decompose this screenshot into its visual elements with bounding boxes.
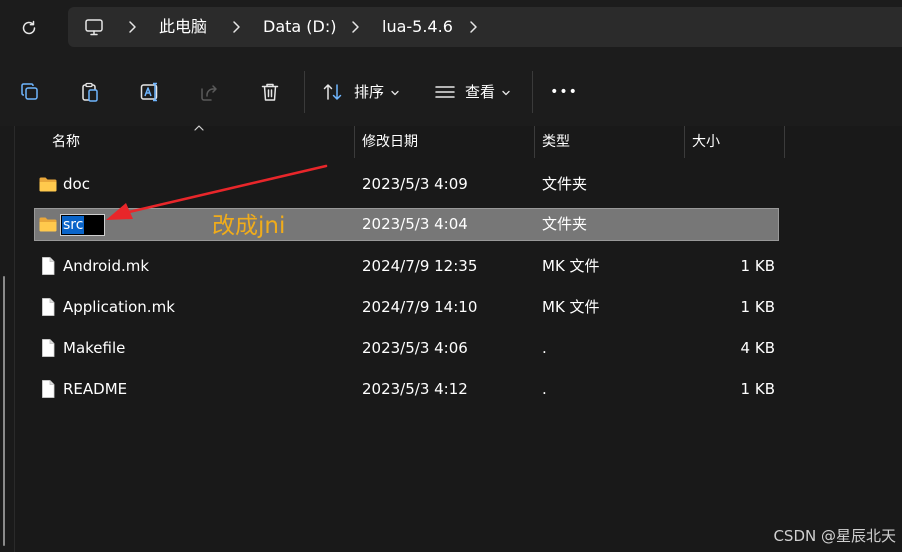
refresh-button[interactable] xyxy=(14,14,44,42)
chevron-down-icon xyxy=(502,90,510,96)
more-options-button[interactable]: ••• xyxy=(548,76,580,108)
rename-selected-text: src xyxy=(62,216,85,234)
file-date: 2023/5/3 4:09 xyxy=(362,175,468,193)
column-header-type[interactable]: 类型 xyxy=(542,126,570,158)
file-type: . xyxy=(542,380,547,398)
chevron-right-icon[interactable] xyxy=(465,19,481,35)
column-header-date[interactable]: 修改日期 xyxy=(362,126,418,158)
file-size: 1 KB xyxy=(740,298,775,316)
file-date: 2024/7/9 12:35 xyxy=(362,257,478,275)
file-row[interactable]: README 2023/5/3 4:12 . 1 KB xyxy=(34,373,779,406)
toolbar-divider xyxy=(304,71,305,113)
more-icon: ••• xyxy=(550,84,578,100)
file-name: Application.mk xyxy=(63,298,175,316)
file-icon xyxy=(42,257,55,275)
column-divider[interactable] xyxy=(534,126,535,158)
column-header-size[interactable]: 大小 xyxy=(692,126,720,158)
sort-icon xyxy=(323,84,342,100)
column-divider[interactable] xyxy=(684,126,685,158)
file-size: 1 KB xyxy=(740,380,775,398)
toolbar-divider xyxy=(532,71,533,113)
folder-icon xyxy=(39,177,57,192)
command-toolbar: 排序 查看 ••• xyxy=(0,58,902,126)
navigation-pane-scrollbar[interactable] xyxy=(0,126,15,552)
file-row[interactable]: Makefile 2023/5/3 4:06 . 4 KB xyxy=(34,332,779,365)
breadcrumb-data-drive[interactable]: Data (D:) xyxy=(263,7,336,47)
copy-icon xyxy=(21,83,38,100)
column-divider[interactable] xyxy=(354,126,355,158)
address-area: 此电脑 Data (D:) lua-5.4.6 xyxy=(0,0,902,58)
sort-button[interactable]: 排序 xyxy=(318,76,406,108)
file-row[interactable]: doc 2023/5/3 4:09 文件夹 xyxy=(34,168,779,201)
file-date: 2023/5/3 4:06 xyxy=(362,339,468,357)
paste-icon xyxy=(82,82,98,102)
rename-icon xyxy=(140,82,158,102)
file-type: . xyxy=(542,339,547,357)
annotation-text: 改成jni xyxy=(212,213,286,239)
file-row[interactable]: Android.mk 2024/7/9 12:35 MK 文件 1 KB xyxy=(34,250,779,283)
file-row[interactable]: Application.mk 2024/7/9 14:10 MK 文件 1 KB xyxy=(34,291,779,324)
file-name: README xyxy=(63,380,128,398)
scrollbar-thumb[interactable] xyxy=(3,276,5,546)
chevron-down-icon xyxy=(391,90,399,96)
file-list: 名称 修改日期 类型 大小 doc 2023/5/3 4:09 文件夹 src … xyxy=(34,125,902,552)
delete-button[interactable] xyxy=(254,76,286,108)
file-icon xyxy=(42,339,55,357)
file-type: MK 文件 xyxy=(542,298,600,316)
paste-button[interactable] xyxy=(74,76,106,108)
view-label: 查看 xyxy=(465,83,496,101)
file-name: Makefile xyxy=(63,339,126,357)
breadcrumb-lua-folder[interactable]: lua-5.4.6 xyxy=(382,7,453,47)
trash-icon xyxy=(261,83,279,101)
breadcrumb-this-pc[interactable]: 此电脑 xyxy=(159,7,207,47)
computer-icon xyxy=(85,19,103,36)
file-type: 文件夹 xyxy=(542,215,588,233)
refresh-icon xyxy=(22,20,36,35)
folder-icon xyxy=(39,217,57,232)
file-type: 文件夹 xyxy=(542,175,588,193)
view-button[interactable]: 查看 xyxy=(432,76,520,108)
file-icon xyxy=(42,298,55,316)
file-row-selected[interactable]: src 2023/5/3 4:04 文件夹 xyxy=(34,208,779,241)
file-type: MK 文件 xyxy=(542,257,600,275)
rename-button[interactable] xyxy=(134,76,166,108)
file-size: 4 KB xyxy=(740,339,775,357)
file-date: 2024/7/9 14:10 xyxy=(362,298,478,316)
copy-button[interactable] xyxy=(14,76,46,108)
watermark: CSDN @星辰北天 xyxy=(773,527,896,545)
file-icon xyxy=(42,380,55,398)
address-bar[interactable]: 此电脑 Data (D:) lua-5.4.6 xyxy=(68,7,902,47)
share-button[interactable] xyxy=(194,76,226,108)
column-header-row: 名称 修改日期 类型 大小 xyxy=(34,125,902,158)
file-date: 2023/5/3 4:12 xyxy=(362,380,468,398)
share-icon xyxy=(201,85,217,101)
file-name: doc xyxy=(63,175,90,193)
column-divider[interactable] xyxy=(784,126,785,158)
column-header-name[interactable]: 名称 xyxy=(52,126,80,158)
file-date: 2023/5/3 4:04 xyxy=(362,215,468,233)
sort-label: 排序 xyxy=(354,83,385,101)
view-list-icon xyxy=(435,86,455,98)
file-name: Android.mk xyxy=(63,257,150,275)
chevron-right-icon[interactable] xyxy=(228,19,244,35)
rename-input[interactable]: src xyxy=(60,214,105,236)
file-size: 1 KB xyxy=(740,257,775,275)
chevron-right-icon[interactable] xyxy=(124,19,140,35)
sort-ascending-caret-icon xyxy=(194,125,204,131)
chevron-right-icon[interactable] xyxy=(347,19,363,35)
